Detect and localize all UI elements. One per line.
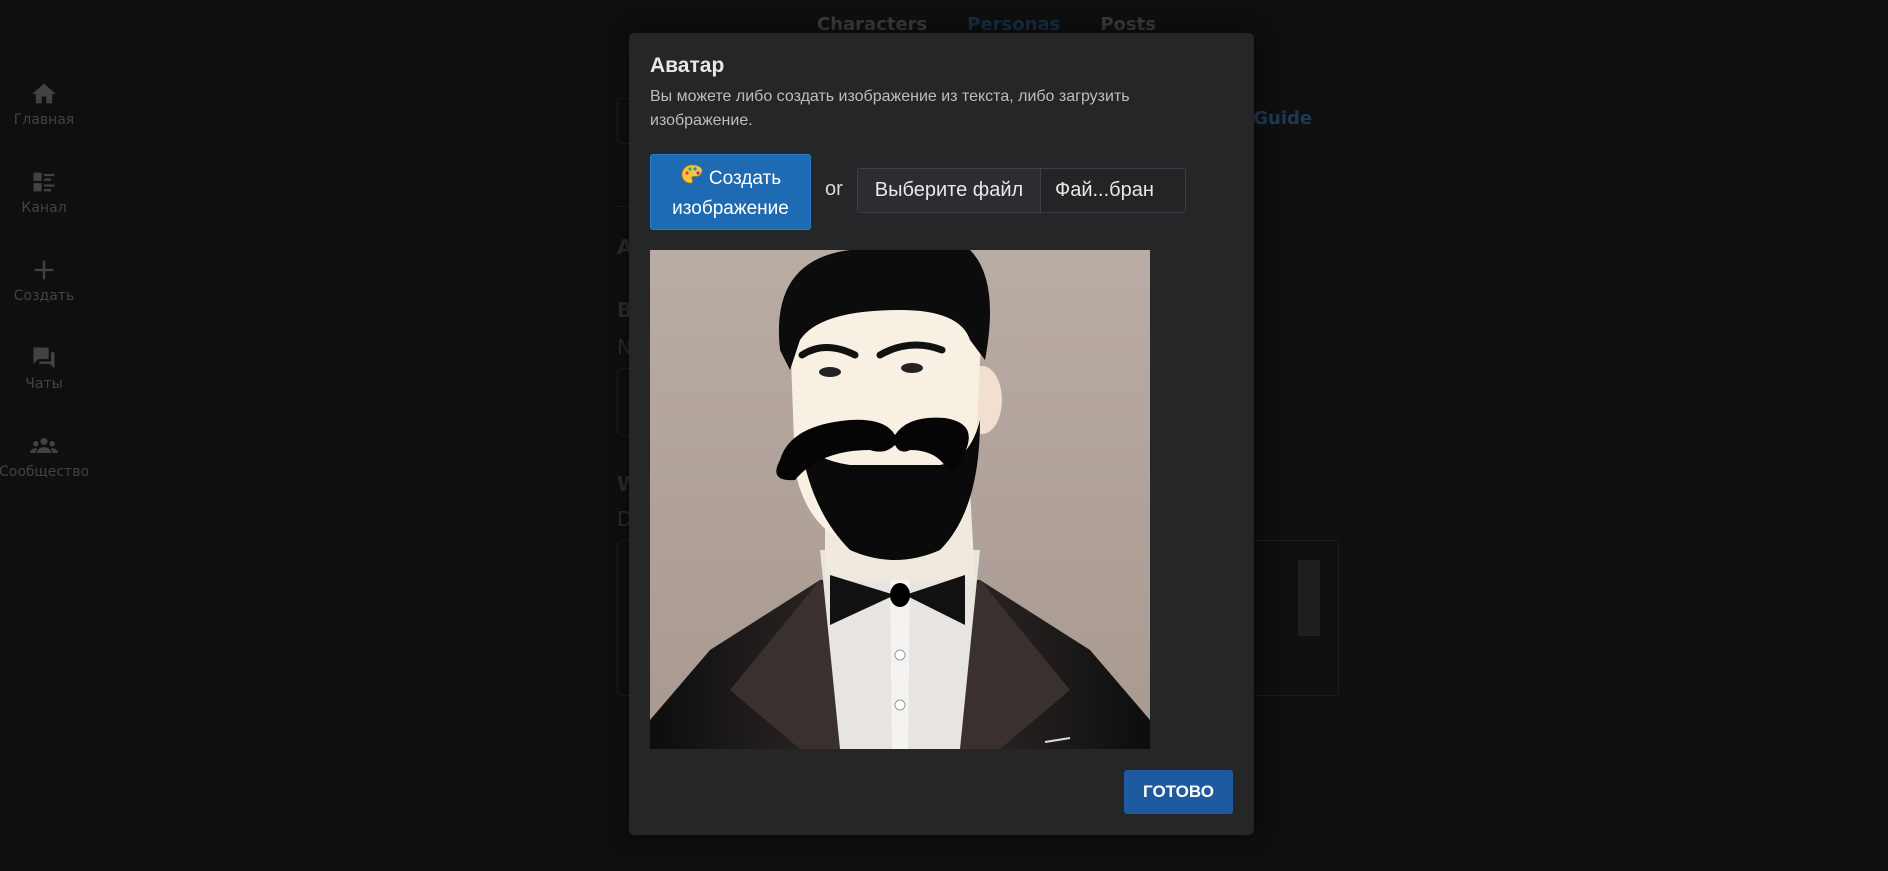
create-image-label-line2: изображение (672, 198, 789, 219)
file-name-display: Фай...бран (1041, 169, 1185, 212)
avatar-preview-image (650, 250, 1150, 749)
or-separator: or (825, 178, 843, 200)
create-image-label-line1: Создать (708, 168, 782, 189)
choose-file-button[interactable]: Выберите файл (858, 169, 1041, 212)
palette-icon (681, 164, 703, 184)
modal-description: Вы можете либо создать изображение из те… (650, 88, 1130, 129)
done-button[interactable]: ГОТОВО (1124, 770, 1233, 814)
modal-title: Аватар (650, 54, 725, 77)
create-image-button[interactable]: Создать изображение (650, 154, 811, 230)
avatar-modal: Аватар Вы можете либо создать изображени… (629, 33, 1254, 835)
file-upload-input[interactable]: Выберите файл Фай...бран (857, 168, 1186, 213)
